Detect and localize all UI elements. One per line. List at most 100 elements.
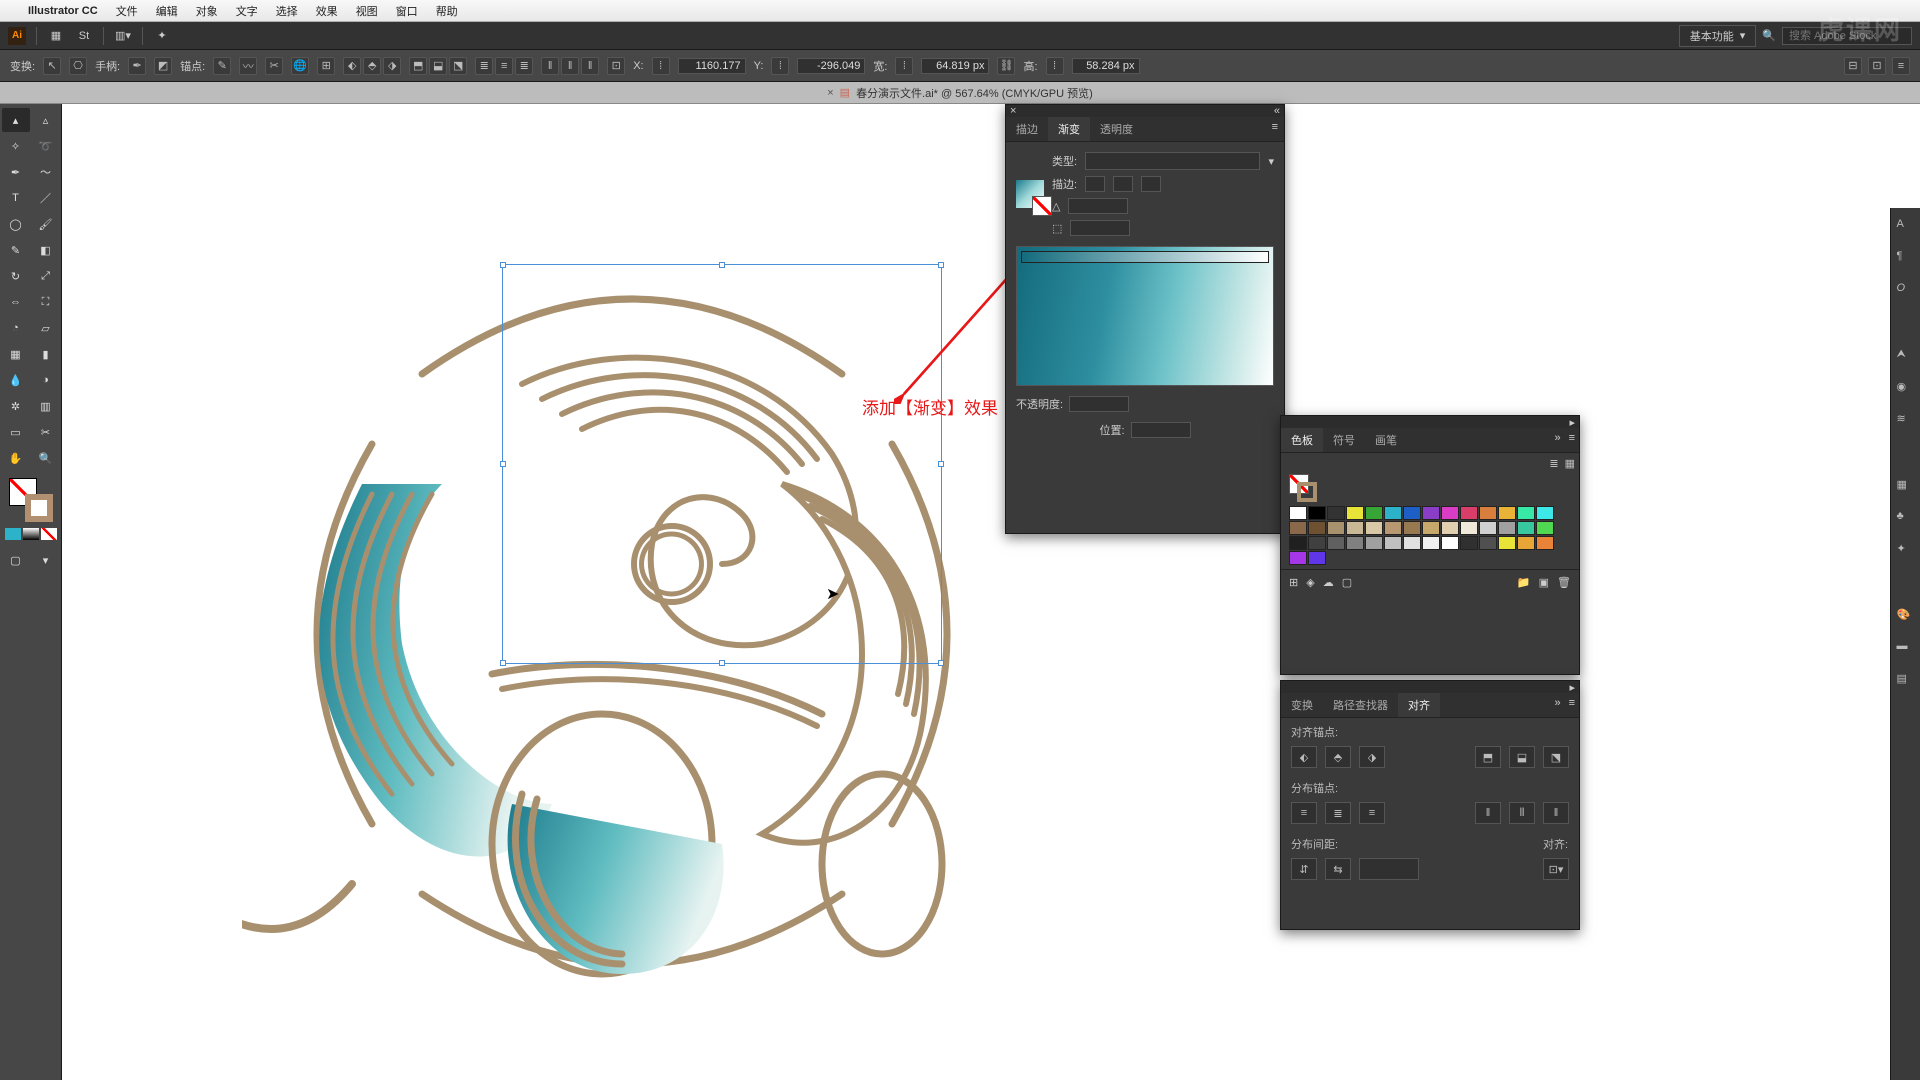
smooth-icon[interactable]: 〰 [239,57,257,75]
appearance-panel-icon[interactable]: ◉ [1897,380,1915,398]
dist-v1-icon[interactable]: ‖ [541,57,559,75]
type-tool[interactable]: T [2,186,30,210]
dist-hcenter-button[interactable]: ⦀ [1509,802,1535,824]
swatch[interactable] [1422,536,1440,550]
swatch[interactable] [1384,536,1402,550]
pen-tool[interactable]: ✒ [2,160,30,184]
align-right-icon[interactable]: ⬗ [383,57,401,75]
slice-tool[interactable]: ✂ [32,420,60,444]
swatch[interactable] [1498,521,1516,535]
curvature-tool[interactable]: 〜 [32,160,60,184]
app-name[interactable]: Illustrator CC [28,5,98,17]
opacity-input[interactable] [1069,396,1129,412]
swatch[interactable] [1327,521,1345,535]
w-input[interactable]: 64.819 px [921,58,989,74]
none-mode-swatch[interactable] [41,528,57,540]
dist-right-button[interactable]: ‖ [1543,802,1569,824]
brushes-dock-icon[interactable]: ♣ [1897,510,1915,528]
swatch[interactable] [1308,536,1326,550]
paragraph-panel-icon[interactable]: ¶ [1897,250,1915,268]
dist-spacing-h-button[interactable]: ⇆ [1325,858,1351,880]
width-tool[interactable]: ⇔ [2,290,30,314]
h-input[interactable]: 58.284 px [1072,58,1140,74]
swatch[interactable] [1479,536,1497,550]
tab-transparency[interactable]: 透明度 [1090,117,1143,141]
swatch[interactable] [1308,521,1326,535]
ellipse-tool[interactable]: ◯ [2,212,30,236]
search-input[interactable] [1782,27,1912,45]
align-hcenter-icon[interactable]: ⬘ [363,57,381,75]
panel-collapse-icon[interactable]: ▸ [1569,681,1575,694]
stepper-icon[interactable]: ⁞ [771,57,789,75]
panel-close-icon[interactable]: × [1010,105,1016,117]
swatch[interactable] [1479,521,1497,535]
menu-select[interactable]: 选择 [276,3,298,19]
swatch[interactable] [1460,521,1478,535]
anchor-icon[interactable]: ⎔ [69,57,87,75]
swatches-panel[interactable]: ▸ 色板 符号 画笔 » ≡ ≣ ▦ ⊞ ◈ ☁ ▢ 📁 ▣ 🗑 [1280,415,1580,675]
canvas[interactable]: ➤ 添加【渐变】效果 [62,104,1920,1080]
gradient-type-select[interactable] [1085,152,1260,170]
rotate-tool[interactable]: ↻ [2,264,30,288]
expand-icon[interactable]: » [1550,428,1564,452]
swatch[interactable] [1308,551,1326,565]
scale-tool[interactable]: ⤢ [32,264,60,288]
swatch[interactable] [1308,506,1326,520]
swatch[interactable] [1384,506,1402,520]
dist-h1-icon[interactable]: ≣ [475,57,493,75]
x-input[interactable]: 1160.177 [678,58,746,74]
mesh-tool[interactable]: ▦ [2,342,30,366]
tab-align[interactable]: 对齐 [1398,693,1440,717]
column-graph-tool[interactable]: ▥ [32,394,60,418]
menu-object[interactable]: 对象 [196,3,218,19]
align-hcenter-button[interactable]: ⬘ [1325,746,1351,768]
panel-menu-icon[interactable]: ≡ [1266,117,1284,141]
gpu-icon[interactable]: ✦ [153,27,171,45]
handle-break-icon[interactable]: ◩ [154,57,172,75]
stepper-icon[interactable]: ⁞ [1046,57,1064,75]
shape-builder-tool[interactable]: ◔ [2,316,30,340]
dist-vcenter-button[interactable]: ≣ [1325,802,1351,824]
stroke-dock-icon[interactable]: ▬ [1897,640,1915,658]
cut-path-icon[interactable]: ✂ [265,57,283,75]
new-folder-icon[interactable]: 📁 [1517,576,1531,589]
direct-selection-tool[interactable]: ▵ [32,108,60,132]
screen-mode-toggle[interactable]: ▾ [32,548,60,572]
tab-gradient[interactable]: 渐变 [1048,117,1090,141]
swatch[interactable] [1536,506,1554,520]
align-left-icon[interactable]: ⬖ [343,57,361,75]
swatch[interactable] [1346,506,1364,520]
y-input[interactable]: -296.049 [797,58,865,74]
swatch[interactable] [1441,521,1459,535]
menu-window[interactable]: 窗口 [396,3,418,19]
free-transform-tool[interactable]: ⛶ [32,290,60,314]
swatch[interactable] [1479,506,1497,520]
swatch[interactable] [1536,521,1554,535]
symbol-sprayer-tool[interactable]: ✲ [2,394,30,418]
swatch[interactable] [1536,536,1554,550]
swatch[interactable] [1327,536,1345,550]
gradient-tool[interactable]: ▮ [32,342,60,366]
color-mode-swatch[interactable] [5,528,21,540]
dist-h2-icon[interactable]: ≡ [495,57,513,75]
gradient-panel[interactable]: ×« 描边 渐变 透明度 ≡ 类型:▾ 描边: △ ⬚ [1005,104,1285,534]
swatches-dock-icon[interactable]: ▦ [1897,478,1915,496]
swatch[interactable] [1346,521,1364,535]
menu-file[interactable]: 文件 [116,3,138,19]
swatch-options-icon[interactable]: ☁ [1323,576,1334,589]
globe-icon[interactable]: 🌐 [291,57,309,75]
perspective-tool[interactable]: ▱ [32,316,60,340]
show-kinds-icon[interactable]: ◈ [1306,576,1314,589]
zoom-tool[interactable]: 🔍 [32,446,60,470]
swatch[interactable] [1422,521,1440,535]
stroke-grad-mode1[interactable] [1085,176,1105,192]
swatch[interactable] [1384,521,1402,535]
menu-effect[interactable]: 效果 [316,3,338,19]
panel-menu-icon[interactable]: ≡ [1892,57,1910,75]
align-top-icon[interactable]: ⬒ [409,57,427,75]
position-input[interactable] [1131,422,1191,438]
workspace-switcher[interactable]: 基本功能▾ [1679,25,1757,47]
tab-stroke[interactable]: 描边 [1006,117,1048,141]
swatch[interactable] [1327,506,1345,520]
dist-spacing-v-button[interactable]: ⇵ [1291,858,1317,880]
